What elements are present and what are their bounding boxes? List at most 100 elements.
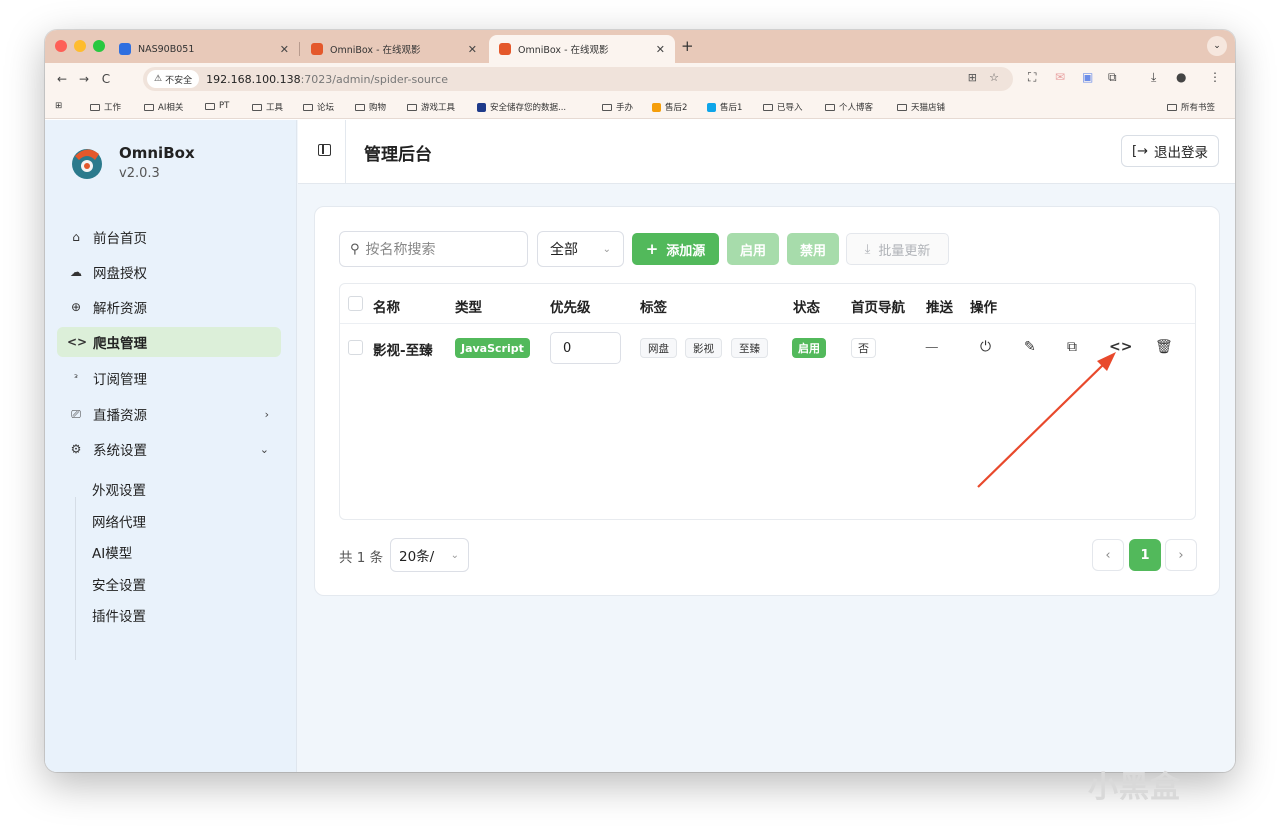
type-filter-select[interactable]: 全部 ⌄ <box>537 231 624 267</box>
sidebar-item-live[interactable]: ⎚ 直播资源 › <box>57 399 281 429</box>
row-checkbox[interactable] <box>348 340 363 355</box>
omnibox-logo-icon <box>72 149 102 179</box>
select-all-checkbox[interactable] <box>348 296 363 311</box>
bookmark-imported[interactable]: 已导入 <box>763 101 803 113</box>
bookmark-secure-storage[interactable]: 安全储存您的数据... <box>477 101 566 113</box>
folder-icon <box>355 103 365 111</box>
column-header-priority[interactable]: 优先级 <box>550 296 591 316</box>
search-input[interactable]: ⚲ 按名称搜索 <box>339 231 528 267</box>
extension-icon[interactable]: ▣ <box>1082 70 1093 84</box>
tab-title: OmniBox - 在线观影 <box>330 45 421 56</box>
folder-icon <box>825 103 835 111</box>
bookmark-ai[interactable]: AI相关 <box>144 101 183 113</box>
bookmark-work[interactable]: 工作 <box>90 101 121 113</box>
code-icon[interactable]: <> <box>1109 339 1132 355</box>
sidebar-item-home[interactable]: ⌂ 前台首页 <box>57 222 281 252</box>
download-icon[interactable]: ⤓ <box>1151 70 1156 85</box>
tab-strip: NAS90B051 ✕ OmniBox - 在线观影 ✕ OmniBox - 在… <box>45 30 1235 63</box>
column-header-type[interactable]: 类型 <box>455 296 482 316</box>
close-icon[interactable]: ✕ <box>656 43 665 56</box>
page-header: 管理后台 [→ 退出登录 <box>298 120 1235 184</box>
close-icon[interactable]: ✕ <box>280 43 289 56</box>
browser-tab-omnibox-1[interactable]: OmniBox - 在线观影 ✕ <box>301 35 487 63</box>
bookmark-tools[interactable]: 工具 <box>252 101 283 113</box>
edit-icon[interactable]: ✎ <box>1024 339 1036 355</box>
column-header-name[interactable]: 名称 <box>373 296 400 316</box>
all-bookmarks[interactable]: 所有书签 <box>1167 101 1215 113</box>
reload-button[interactable]: C <box>95 72 117 86</box>
bookmark-star-icon[interactable]: ☆ <box>989 71 999 84</box>
sidebar-subitem-plugins[interactable]: 插件设置 <box>92 605 146 625</box>
bookmark-figures[interactable]: 手办 <box>602 101 633 113</box>
apps-grid-icon[interactable]: ⊞ <box>55 101 62 111</box>
page-size-select[interactable]: 20条/ ⌄ <box>390 538 469 572</box>
forward-button[interactable]: → <box>73 72 95 86</box>
priority-input[interactable]: 0 <box>550 332 621 364</box>
current-page-button[interactable]: 1 <box>1129 539 1161 571</box>
more-menu-icon[interactable]: ⋮ <box>1209 70 1221 84</box>
next-page-button[interactable]: › <box>1165 539 1197 571</box>
copy-icon[interactable]: ⧉ <box>1067 339 1077 355</box>
header-divider <box>345 120 346 184</box>
address-bar[interactable]: ⚠ 不安全 192.168.100.138:7023/admin/spider-… <box>143 67 1013 91</box>
bookmark-blog[interactable]: 个人博客 <box>825 101 873 113</box>
cloud-icon: ☁ <box>70 265 82 279</box>
sidebar-item-spider[interactable]: <> 爬虫管理 <box>57 327 281 357</box>
back-button[interactable]: ← <box>51 72 73 86</box>
bookmark-forum[interactable]: 论坛 <box>303 101 334 113</box>
sidebar-subitem-security[interactable]: 安全设置 <box>92 574 146 594</box>
tab-search-chevron-icon[interactable]: ⌄ <box>1207 36 1227 56</box>
bookmark-aftersale-2[interactable]: 售后2 <box>652 101 687 113</box>
sidebar-item-label: 爬虫管理 <box>93 336 147 352</box>
bookmark-favicon-icon <box>707 102 716 112</box>
new-tab-button[interactable]: + <box>681 37 694 55</box>
extension-icon[interactable]: ✉ <box>1055 70 1065 84</box>
folder-icon <box>602 103 612 111</box>
sidebar-item-label: 订阅管理 <box>93 372 147 388</box>
column-header-status[interactable]: 状态 <box>793 296 820 316</box>
brand-name: OmniBox <box>119 144 195 162</box>
sidebar-item-label: 网盘授权 <box>93 266 147 282</box>
sidebar-subitem-proxy[interactable]: 网络代理 <box>92 511 146 531</box>
sidebar-subitem-ai-model[interactable]: AI模型 <box>92 542 132 562</box>
logout-button[interactable]: [→ 退出登录 <box>1121 135 1219 167</box>
extension-icon[interactable]: ⛶ <box>1028 70 1036 85</box>
bookmark-game-tools[interactable]: 游戏工具 <box>407 101 455 113</box>
submenu-guide <box>75 497 76 660</box>
sidebar-item-settings[interactable]: ⚙ 系统设置 ⌄ <box>57 434 281 464</box>
zoom-window-button[interactable] <box>93 40 105 52</box>
column-header-home-nav[interactable]: 首页导航 <box>851 296 905 316</box>
gear-icon: ⚙ <box>70 442 82 456</box>
browser-tab-nas[interactable]: NAS90B051 ✕ <box>109 35 299 63</box>
enable-button[interactable]: 启用 <box>727 233 779 265</box>
column-header-push[interactable]: 推送 <box>926 296 953 316</box>
bookmark-tmall[interactable]: 天猫店铺 <box>897 101 945 113</box>
extensions-puzzle-icon[interactable]: ⧉ <box>1108 70 1117 85</box>
bookmark-pt[interactable]: PT <box>205 101 229 111</box>
sidebar-item-parse-resources[interactable]: ⊕ 解析资源 <box>57 292 281 322</box>
sidebar-toggle-icon[interactable] <box>318 144 331 156</box>
close-window-button[interactable] <box>55 40 67 52</box>
column-header-tags[interactable]: 标签 <box>640 296 667 316</box>
prev-page-button[interactable]: ‹ <box>1092 539 1124 571</box>
browser-tab-omnibox-active[interactable]: OmniBox - 在线观影 ✕ <box>489 35 675 63</box>
avatar[interactable]: ● <box>1176 70 1186 84</box>
chevron-down-icon: ⌄ <box>602 243 611 255</box>
delete-icon[interactable]: 🗑 <box>1155 339 1173 355</box>
sidebar-subitem-appearance[interactable]: 外观设置 <box>92 479 146 499</box>
sidebar-item-subscriptions[interactable]: ᵌ 订阅管理 <box>57 363 281 393</box>
bookmark-aftersale-1[interactable]: 售后1 <box>707 101 742 113</box>
disable-button[interactable]: 禁用 <box>787 233 839 265</box>
sidebar-item-cloud-auth[interactable]: ☁ 网盘授权 <box>57 257 281 287</box>
minimize-window-button[interactable] <box>74 40 86 52</box>
close-icon[interactable]: ✕ <box>468 43 477 56</box>
batch-update-button[interactable]: ⤓ 批量更新 <box>846 233 949 265</box>
power-icon[interactable]: ⏻ <box>980 339 991 355</box>
security-indicator[interactable]: ⚠ 不安全 <box>147 70 200 88</box>
bookmark-shopping[interactable]: 购物 <box>355 101 386 113</box>
translate-icon[interactable]: ⊞ <box>968 71 977 84</box>
app-version: v2.0.3 <box>119 166 160 181</box>
add-source-button[interactable]: + 添加源 <box>632 233 719 265</box>
batch-update-label: 批量更新 <box>878 243 931 259</box>
folder-icon <box>303 103 313 111</box>
